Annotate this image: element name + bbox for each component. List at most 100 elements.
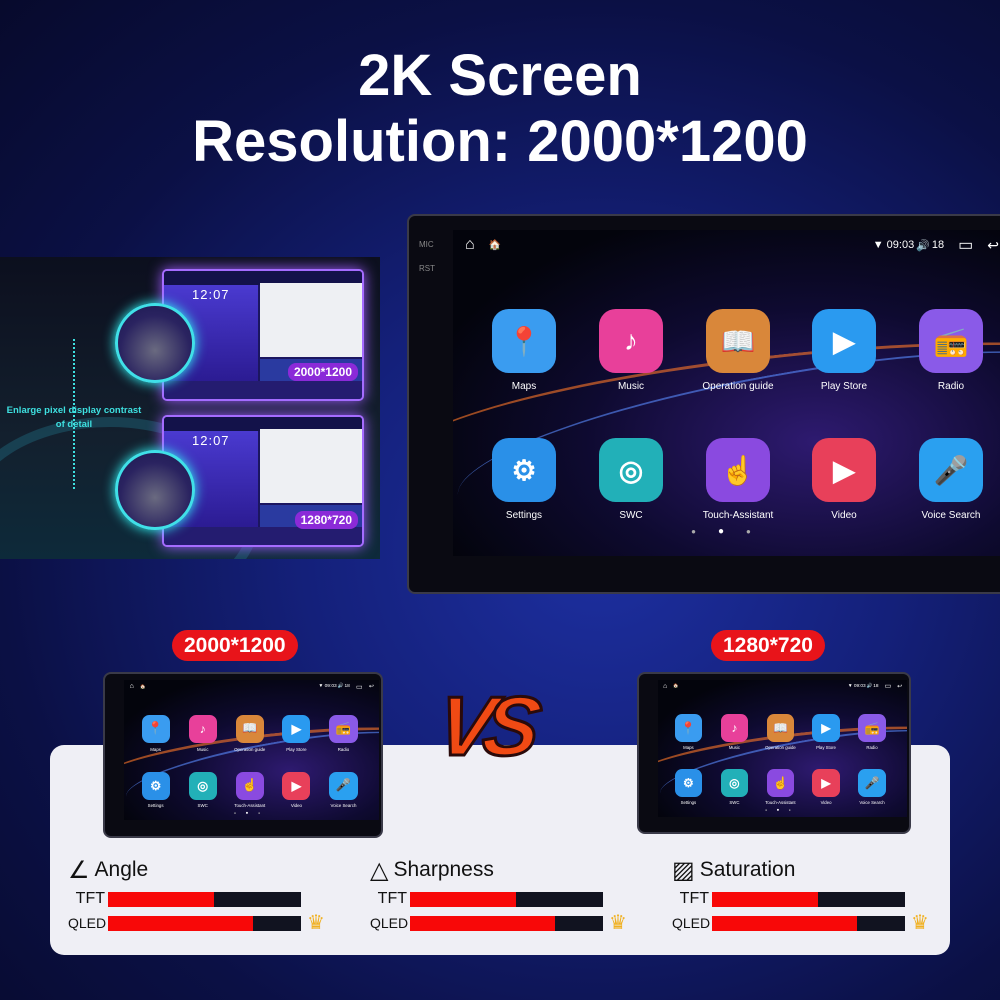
app-operation-guide[interactable]: 📖 Operation guide: [688, 309, 788, 392]
page-indicator[interactable]: ●●●: [453, 526, 1000, 537]
recent-apps-icon[interactable]: ▭: [958, 235, 973, 255]
music-icon: ♪: [720, 713, 749, 742]
microphone-icon: 🎤: [329, 771, 358, 800]
app-play-store[interactable]: ▶ Play Store: [794, 309, 894, 392]
app-label: Play Store: [820, 381, 868, 392]
app-video[interactable]: ▶ Video: [805, 769, 848, 805]
app-voice-search[interactable]: 🎤 Voice Search: [851, 769, 894, 805]
page-dot[interactable]: ●: [246, 810, 258, 815]
score-bar: [108, 891, 301, 907]
row-label: QLED: [370, 915, 409, 931]
volume-level: 18: [931, 239, 945, 251]
app-video[interactable]: ▶ Video: [274, 771, 318, 808]
app-radio[interactable]: 📻 Radio: [901, 309, 1000, 392]
home-icon[interactable]: ⌂: [663, 683, 667, 690]
app-radio[interactable]: 📻 Radio: [851, 713, 894, 750]
magnifier-lens: [115, 450, 195, 530]
app-swc[interactable]: ◎ SWC: [713, 769, 756, 805]
app-swc[interactable]: ◎ SWC: [181, 771, 225, 808]
page-indicator[interactable]: ●●●: [658, 807, 907, 812]
angle-icon: ∠: [68, 856, 90, 884]
app-settings[interactable]: ⚙ Settings: [474, 438, 574, 521]
home-icon[interactable]: ⌂: [130, 683, 134, 690]
metric-heading: △ Sharpness: [370, 855, 627, 885]
back-icon[interactable]: ↩: [369, 683, 374, 690]
display: ⌂ 🏠 ▼ 09:03 🔊 18 ▭ ↩ 📍 Maps ♪ Music 📖 Operation guide…: [657, 680, 908, 817]
video-icon: ▶: [812, 438, 876, 502]
head-unit-720: ⌂ 🏠 ▼ 09:03 🔊 18 ▭ ↩ 📍 Maps ♪ Music 📖 Operation guide…: [637, 672, 911, 834]
page-dot[interactable]: ●: [789, 808, 801, 812]
volume-icon[interactable]: 🔊: [916, 239, 930, 252]
launcher-icon[interactable]: 🏠: [673, 683, 678, 689]
app-touch-assistant[interactable]: ☝ Touch-Assistant: [228, 771, 272, 808]
volume-icon[interactable]: 🔊: [867, 684, 873, 689]
back-icon[interactable]: ↩: [987, 237, 999, 254]
resolution-label-720: 1280*720: [711, 630, 825, 661]
app-play-store[interactable]: ▶ Play Store: [805, 713, 848, 750]
display: ⌂ 🏠 ▼ 09:03 🔊 18 ▭ ↩ 📍 Maps ♪ Music 📖 Operation guide…: [124, 680, 380, 821]
score-fill: [712, 891, 819, 907]
page-dot[interactable]: ●: [691, 527, 718, 536]
page-dot[interactable]: ●: [777, 807, 789, 812]
app-voice-search[interactable]: 🎤 Voice Search: [901, 438, 1000, 521]
home-icon[interactable]: ⌂: [465, 236, 475, 254]
volume-icon[interactable]: 🔊: [338, 684, 344, 689]
metric-row-qled: QLED ♛: [68, 913, 325, 933]
side-label-rst[interactable]: RST: [419, 264, 435, 273]
app-touch-assistant[interactable]: ☝ Touch-Assistant: [688, 438, 788, 521]
page-indicator[interactable]: ●●●: [124, 810, 379, 815]
app-maps[interactable]: 📍 Maps: [474, 309, 574, 392]
recent-apps-icon[interactable]: ▭: [356, 682, 363, 691]
metric-heading: ∠ Angle: [68, 855, 325, 885]
app-label: Video: [820, 800, 832, 806]
map-widget: [260, 429, 362, 503]
resolution-tag: 1280*720: [294, 511, 358, 529]
page-dot[interactable]: ●: [258, 811, 270, 815]
app-label: Radio: [937, 381, 965, 392]
app-maps[interactable]: 📍 Maps: [667, 713, 710, 750]
app-music[interactable]: ♪ Music: [581, 309, 681, 392]
wifi-icon: ▼: [872, 239, 884, 251]
score-bar: [410, 891, 603, 907]
headline: 2K Screen: [358, 43, 642, 108]
launcher-icon[interactable]: 🏠: [140, 684, 145, 690]
app-swc[interactable]: ◎ SWC: [581, 438, 681, 521]
clock: 09:03: [886, 239, 915, 251]
metric-row-tft: TFT: [672, 889, 929, 909]
app-maps[interactable]: 📍 Maps: [134, 714, 178, 752]
resolution-label-2k: 2000*1200: [172, 630, 298, 661]
app-touch-assistant[interactable]: ☝ Touch-Assistant: [759, 769, 802, 805]
app-voice-search[interactable]: 🎤 Voice Search: [321, 771, 365, 808]
metric-heading: ▨ Saturation: [672, 855, 929, 885]
row-label: TFT: [377, 890, 407, 907]
radio-icon: 📻: [919, 309, 983, 373]
metric-title: Angle: [94, 858, 149, 881]
metric-row-qled: QLED ♛: [672, 913, 929, 933]
back-icon[interactable]: ↩: [897, 683, 902, 690]
app-operation-guide[interactable]: 📖 Operation guide: [759, 713, 802, 750]
app-radio[interactable]: 📻 Radio: [321, 714, 365, 752]
side-label-mic[interactable]: MIC: [419, 240, 434, 249]
gear-icon: ⚙: [674, 769, 703, 797]
app-play-store[interactable]: ▶ Play Store: [274, 714, 318, 752]
recent-apps-icon[interactable]: ▭: [885, 682, 892, 690]
page-dot[interactable]: ●: [234, 811, 246, 815]
triangle-icon: △: [370, 856, 389, 884]
page-dot[interactable]: ●: [718, 526, 746, 537]
metric-row-tft: TFT: [370, 889, 627, 909]
page-dot[interactable]: ●: [746, 527, 773, 536]
page-dot[interactable]: ●: [765, 808, 777, 812]
app-label: Voice Search: [921, 510, 981, 521]
app-operation-guide[interactable]: 📖 Operation guide: [228, 714, 272, 752]
app-music[interactable]: ♪ Music: [181, 714, 225, 752]
metric-angle: ∠ Angle TFT QLED ♛: [68, 855, 325, 934]
app-settings[interactable]: ⚙ Settings: [667, 769, 710, 805]
play-store-icon: ▶: [812, 713, 840, 742]
launcher-icon[interactable]: 🏠: [489, 240, 501, 251]
radio-icon: 📻: [858, 713, 886, 742]
touch-icon: ☝: [235, 771, 264, 800]
app-label: Maps: [683, 744, 694, 750]
app-settings[interactable]: ⚙ Settings: [134, 771, 178, 808]
app-music[interactable]: ♪ Music: [713, 713, 756, 750]
app-video[interactable]: ▶ Video: [794, 438, 894, 521]
